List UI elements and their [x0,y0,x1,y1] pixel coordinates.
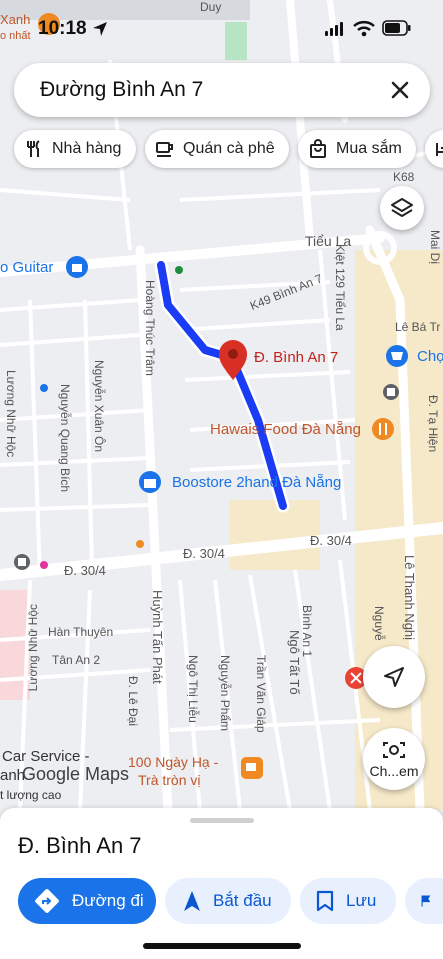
map-label: Ngô Thị Liễu [186,655,200,723]
flag-icon [421,895,431,907]
signal-icon [325,22,343,36]
map-label: Lê Bá Tr [395,320,441,334]
shopping-icon[interactable] [386,345,408,367]
search-query[interactable]: Đường Bình An 7 [40,78,203,102]
place-sheet[interactable]: Đ. Bình An 7 Đường đi Bắt đầu Lưu [0,808,443,959]
map-label: Đ. Tạ Hiện [426,395,440,453]
poi-dot-blue [40,384,48,392]
bus-stop-icon-2 [14,554,30,570]
map-label: Nguyễ [372,606,386,641]
map-label: Chợ [417,348,443,365]
camera-search-button[interactable]: Ch...em [363,728,425,790]
poi-dot-pink [40,561,48,569]
chip-label: Mua sắm [336,140,402,157]
sheet-handle[interactable] [190,818,254,823]
map-label: Hàn Thuyên [48,625,114,639]
navigation-arrow-icon [184,891,200,911]
status-time: 10:18 [38,18,87,39]
map-label: Đ. 30/4 [310,533,352,548]
layers-button[interactable] [380,186,424,230]
map-label: K68 [393,170,415,184]
chip-shopping[interactable]: Mua sắm [298,130,416,168]
chip-label: Quán cà phê [183,140,275,157]
google-maps-logo: Google Maps [22,764,130,784]
chip-label: Nhà hàng [52,140,122,157]
chip-more[interactable] [425,130,443,168]
map-label-cafe[interactable]: 100 Ngày Hạ - [128,754,218,770]
start-label: Bắt đầu [213,891,272,910]
map-label: o Guitar [0,259,54,276]
directions-icon [35,889,59,913]
map-label-pin[interactable]: Đ. Bình An 7 [254,349,338,366]
shopping-bag-icon [310,139,326,158]
home-indicator[interactable] [143,943,301,949]
chip-cafes[interactable]: Quán cà phê [145,130,289,168]
hotel-bed-icon [436,143,443,156]
battery-icon [382,20,411,36]
map-label: Nguyễn Phẩm [218,655,232,732]
map-label: Tân An 2 [52,653,101,667]
map-label: Car Service - [2,748,90,765]
camera-label: Ch...em [369,763,419,779]
music-shop-icon[interactable] [66,256,88,278]
map-label: Đ. 30/4 [183,546,225,561]
map-label: Nguyễn Xuân Ôn [92,360,106,453]
save-button[interactable]: Lưu [300,878,396,924]
more-actions-button[interactable] [405,878,443,924]
map-label: Trần Văn Giáp [254,655,268,733]
coffee-cup-icon [156,142,173,157]
bag-shop-icon[interactable] [139,471,161,493]
map-label: Huỳnh Tấn Phát [150,590,165,684]
place-title: Đ. Bình An 7 [18,833,142,858]
location-arrow-icon [384,667,404,687]
search-bar[interactable]: Đường Bình An 7 [14,63,430,117]
map-label-cafe-2[interactable]: Trà tròn vị [138,772,201,788]
save-label: Lưu [346,891,377,910]
bookmark-icon [316,890,334,912]
start-button[interactable]: Bắt đầu [165,878,291,924]
map-label: Lương Nhữ Hộc [4,370,18,458]
map-label: t lượng cao [0,788,62,802]
directions-label: Đường đi [72,891,144,910]
bus-stop-icon [383,384,399,400]
map-label: Mai Dị [428,230,442,265]
camera-icon [383,742,405,758]
category-chips: Nhà hàng Quán cà phê Mua sắm [14,130,443,168]
poi-dot-orange [136,540,144,548]
map-label-restaurant[interactable]: Hawais Food Đà Nẵng [210,421,361,438]
cafe-icon[interactable] [241,757,263,779]
fork-knife-icon [27,140,40,157]
map-label: Bình An 1 [300,605,314,658]
map-label: Nguyễn Quang Bích [58,384,72,493]
layers-icon [391,198,413,217]
map-label: Đ. 30/4 [64,563,106,578]
map-label: Lê Thanh Nghị [402,555,417,641]
poi-dot-green [175,266,183,274]
chip-restaurants[interactable]: Nhà hàng [14,130,136,168]
map-label: Kiệt 129 Tiểu La [333,244,347,331]
my-location-button[interactable] [363,646,425,708]
map-label: Lương Nhữ Hộc [26,604,40,692]
directions-button[interactable]: Đường đi [18,878,156,924]
wifi-icon [353,21,375,37]
status-bar: 10:18 [0,0,443,58]
location-arrow-icon [93,22,107,36]
map-label: Ngô Tất Tố [287,630,302,695]
restaurant-icon[interactable] [372,418,394,440]
map-label-shop[interactable]: Boostore 2hand Đà Nẵng [172,474,341,491]
map-label: Đ. Lê Đại [126,676,140,727]
map-label: Hoàng Thúc Trâm [143,280,157,376]
close-icon[interactable] [386,76,414,104]
